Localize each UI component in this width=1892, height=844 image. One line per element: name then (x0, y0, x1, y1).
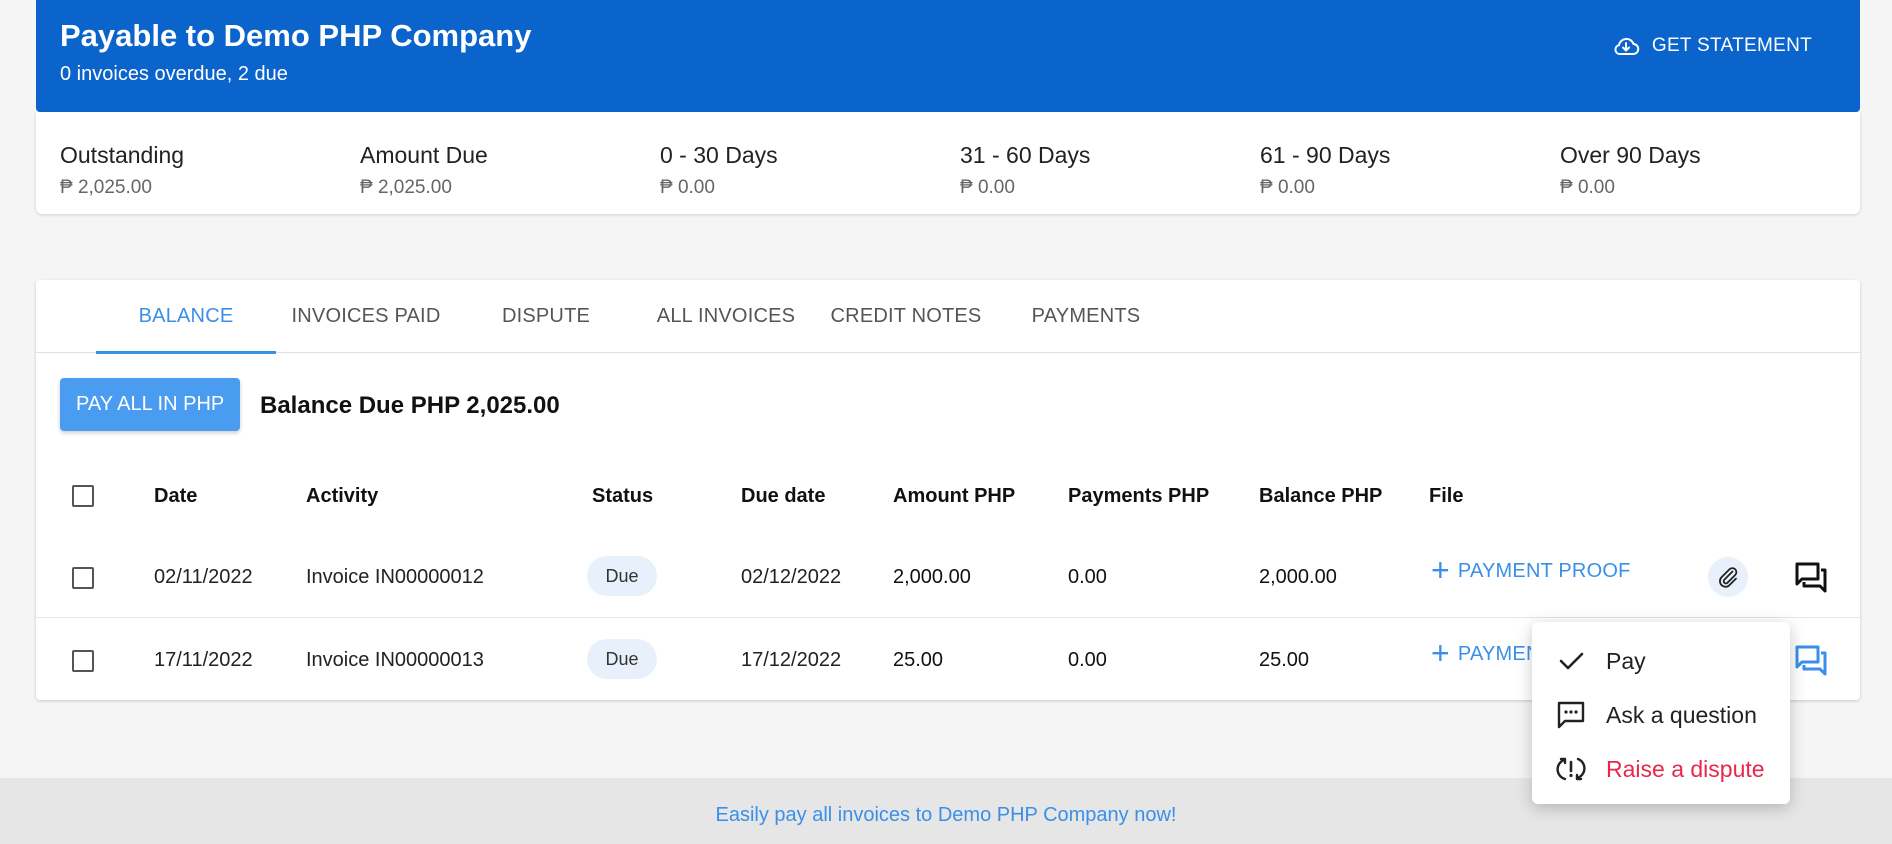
get-statement-button[interactable]: GET STATEMENT (1612, 30, 1812, 62)
summary-label: 0 - 30 Days (660, 142, 778, 168)
menu-item-raise-dispute[interactable]: Raise a dispute (1532, 742, 1790, 796)
pay-all-button[interactable]: PAY ALL IN PHP (60, 378, 241, 431)
row-balance: 2,000.00 (1259, 566, 1337, 588)
page-title: Payable to Demo PHP Company (60, 18, 532, 53)
plus-icon: + (1431, 557, 1450, 586)
menu-item-label: Ask a question (1606, 701, 1757, 728)
get-statement-label: GET STATEMENT (1651, 35, 1812, 56)
column-header-file: File (1429, 485, 1464, 507)
cloud-download-icon (1614, 37, 1640, 55)
tab-credit-notes[interactable]: CREDIT NOTES (816, 280, 996, 353)
invoice-status-summary: 0 invoices overdue, 2 due (60, 63, 288, 85)
column-header-balance: Balance PHP (1259, 485, 1383, 507)
column-header-activity: Activity (306, 485, 379, 507)
summary-label: 31 - 60 Days (960, 142, 1091, 168)
payment-proof-button[interactable]: + PAYMENT PROOF (1431, 640, 1531, 669)
chat-dots-icon (1557, 701, 1585, 729)
footer-pay-link[interactable]: Easily pay all invoices to Demo PHP Comp… (716, 804, 1177, 827)
column-header-status: Status (592, 485, 654, 507)
summary-label: Over 90 Days (1560, 142, 1701, 168)
row-amount: 25.00 (893, 649, 944, 671)
tab-invoices-paid[interactable]: INVOICES PAID (276, 280, 456, 353)
column-header-payments: Payments PHP (1068, 485, 1210, 507)
summary-value: ₱ 0.00 (1560, 177, 1615, 198)
menu-item-label: Pay (1606, 647, 1646, 674)
summary-value: ₱ 0.00 (960, 177, 1015, 198)
attachment-button[interactable] (1708, 557, 1748, 597)
row-checkbox[interactable] (72, 567, 94, 589)
balance-due-text: Balance Due PHP 2,025.00 (260, 392, 560, 419)
summary-31-60-days: 31 - 60 Days ₱ 0.00 (960, 142, 1090, 199)
conversation-button[interactable] (1791, 557, 1831, 597)
column-header-amount: Amount PHP (893, 485, 1016, 507)
payment-proof-label: PAYMENT PROOF (1457, 643, 1531, 665)
row-checkbox[interactable] (72, 650, 94, 672)
status-badge: Due (587, 639, 657, 679)
payment-proof-label: PAYMENT PROOF (1457, 560, 1631, 582)
page-header: Payable to Demo PHP Company 0 invoices o… (36, 0, 1860, 112)
forum-icon (1795, 645, 1827, 676)
tab-dispute[interactable]: DISPUTE (456, 280, 636, 353)
row-due-date: 17/12/2022 (741, 649, 842, 671)
status-badge: Due (587, 556, 657, 596)
summary-value: ₱ 2,025.00 (360, 177, 452, 198)
row-divider (36, 617, 1860, 618)
dispute-icon (1556, 757, 1586, 781)
summary-outstanding: Outstanding ₱ 2,025.00 (60, 142, 184, 199)
paperclip-icon (1719, 567, 1738, 588)
summary-0-30-days: 0 - 30 Days ₱ 0.00 (660, 142, 778, 199)
summary-value: ₱ 0.00 (660, 177, 715, 198)
tab-balance[interactable]: BALANCE (96, 280, 276, 354)
column-header-date: Date (154, 485, 198, 507)
summary-label: Outstanding (60, 142, 185, 168)
summary-over-90-days: Over 90 Days ₱ 0.00 (1560, 142, 1701, 199)
aging-summary: Outstanding ₱ 2,025.00 Amount Due ₱ 2,02… (36, 112, 1860, 214)
row-actions-menu: Pay Ask a question Raise a dispute (1532, 622, 1790, 804)
payment-proof-button[interactable]: + PAYMENT PROOF (1431, 557, 1631, 586)
row-activity[interactable]: Invoice IN00000012 (306, 566, 484, 589)
row-date: 17/11/2022 (154, 649, 253, 671)
row-date: 02/11/2022 (154, 566, 253, 588)
check-icon (1559, 652, 1584, 670)
column-header-due-date: Due date (741, 485, 826, 507)
plus-icon: + (1431, 640, 1450, 669)
select-all-checkbox[interactable] (72, 485, 94, 507)
tab-payments[interactable]: PAYMENTS (996, 280, 1176, 353)
summary-61-90-days: 61 - 90 Days ₱ 0.00 (1260, 142, 1390, 199)
summary-value: ₱ 2,025.00 (60, 177, 152, 198)
forum-icon (1795, 562, 1827, 593)
menu-item-pay[interactable]: Pay (1532, 634, 1790, 688)
menu-item-label: Raise a dispute (1606, 755, 1765, 782)
row-payments: 0.00 (1068, 649, 1107, 671)
menu-item-ask-question[interactable]: Ask a question (1532, 688, 1790, 742)
summary-label: Amount Due (360, 142, 488, 168)
row-amount: 2,000.00 (893, 566, 971, 588)
row-payments: 0.00 (1068, 566, 1107, 588)
tab-bar: BALANCE INVOICES PAID DISPUTE ALL INVOIC… (36, 280, 1860, 354)
summary-value: ₱ 0.00 (1260, 177, 1315, 198)
row-due-date: 02/12/2022 (741, 566, 842, 588)
summary-label: 61 - 90 Days (1260, 142, 1391, 168)
row-activity[interactable]: Invoice IN00000013 (306, 649, 484, 672)
summary-amount-due: Amount Due ₱ 2,025.00 (360, 142, 488, 199)
row-balance: 25.00 (1259, 649, 1310, 671)
conversation-button[interactable] (1791, 640, 1831, 680)
tab-all-invoices[interactable]: ALL INVOICES (636, 280, 816, 353)
